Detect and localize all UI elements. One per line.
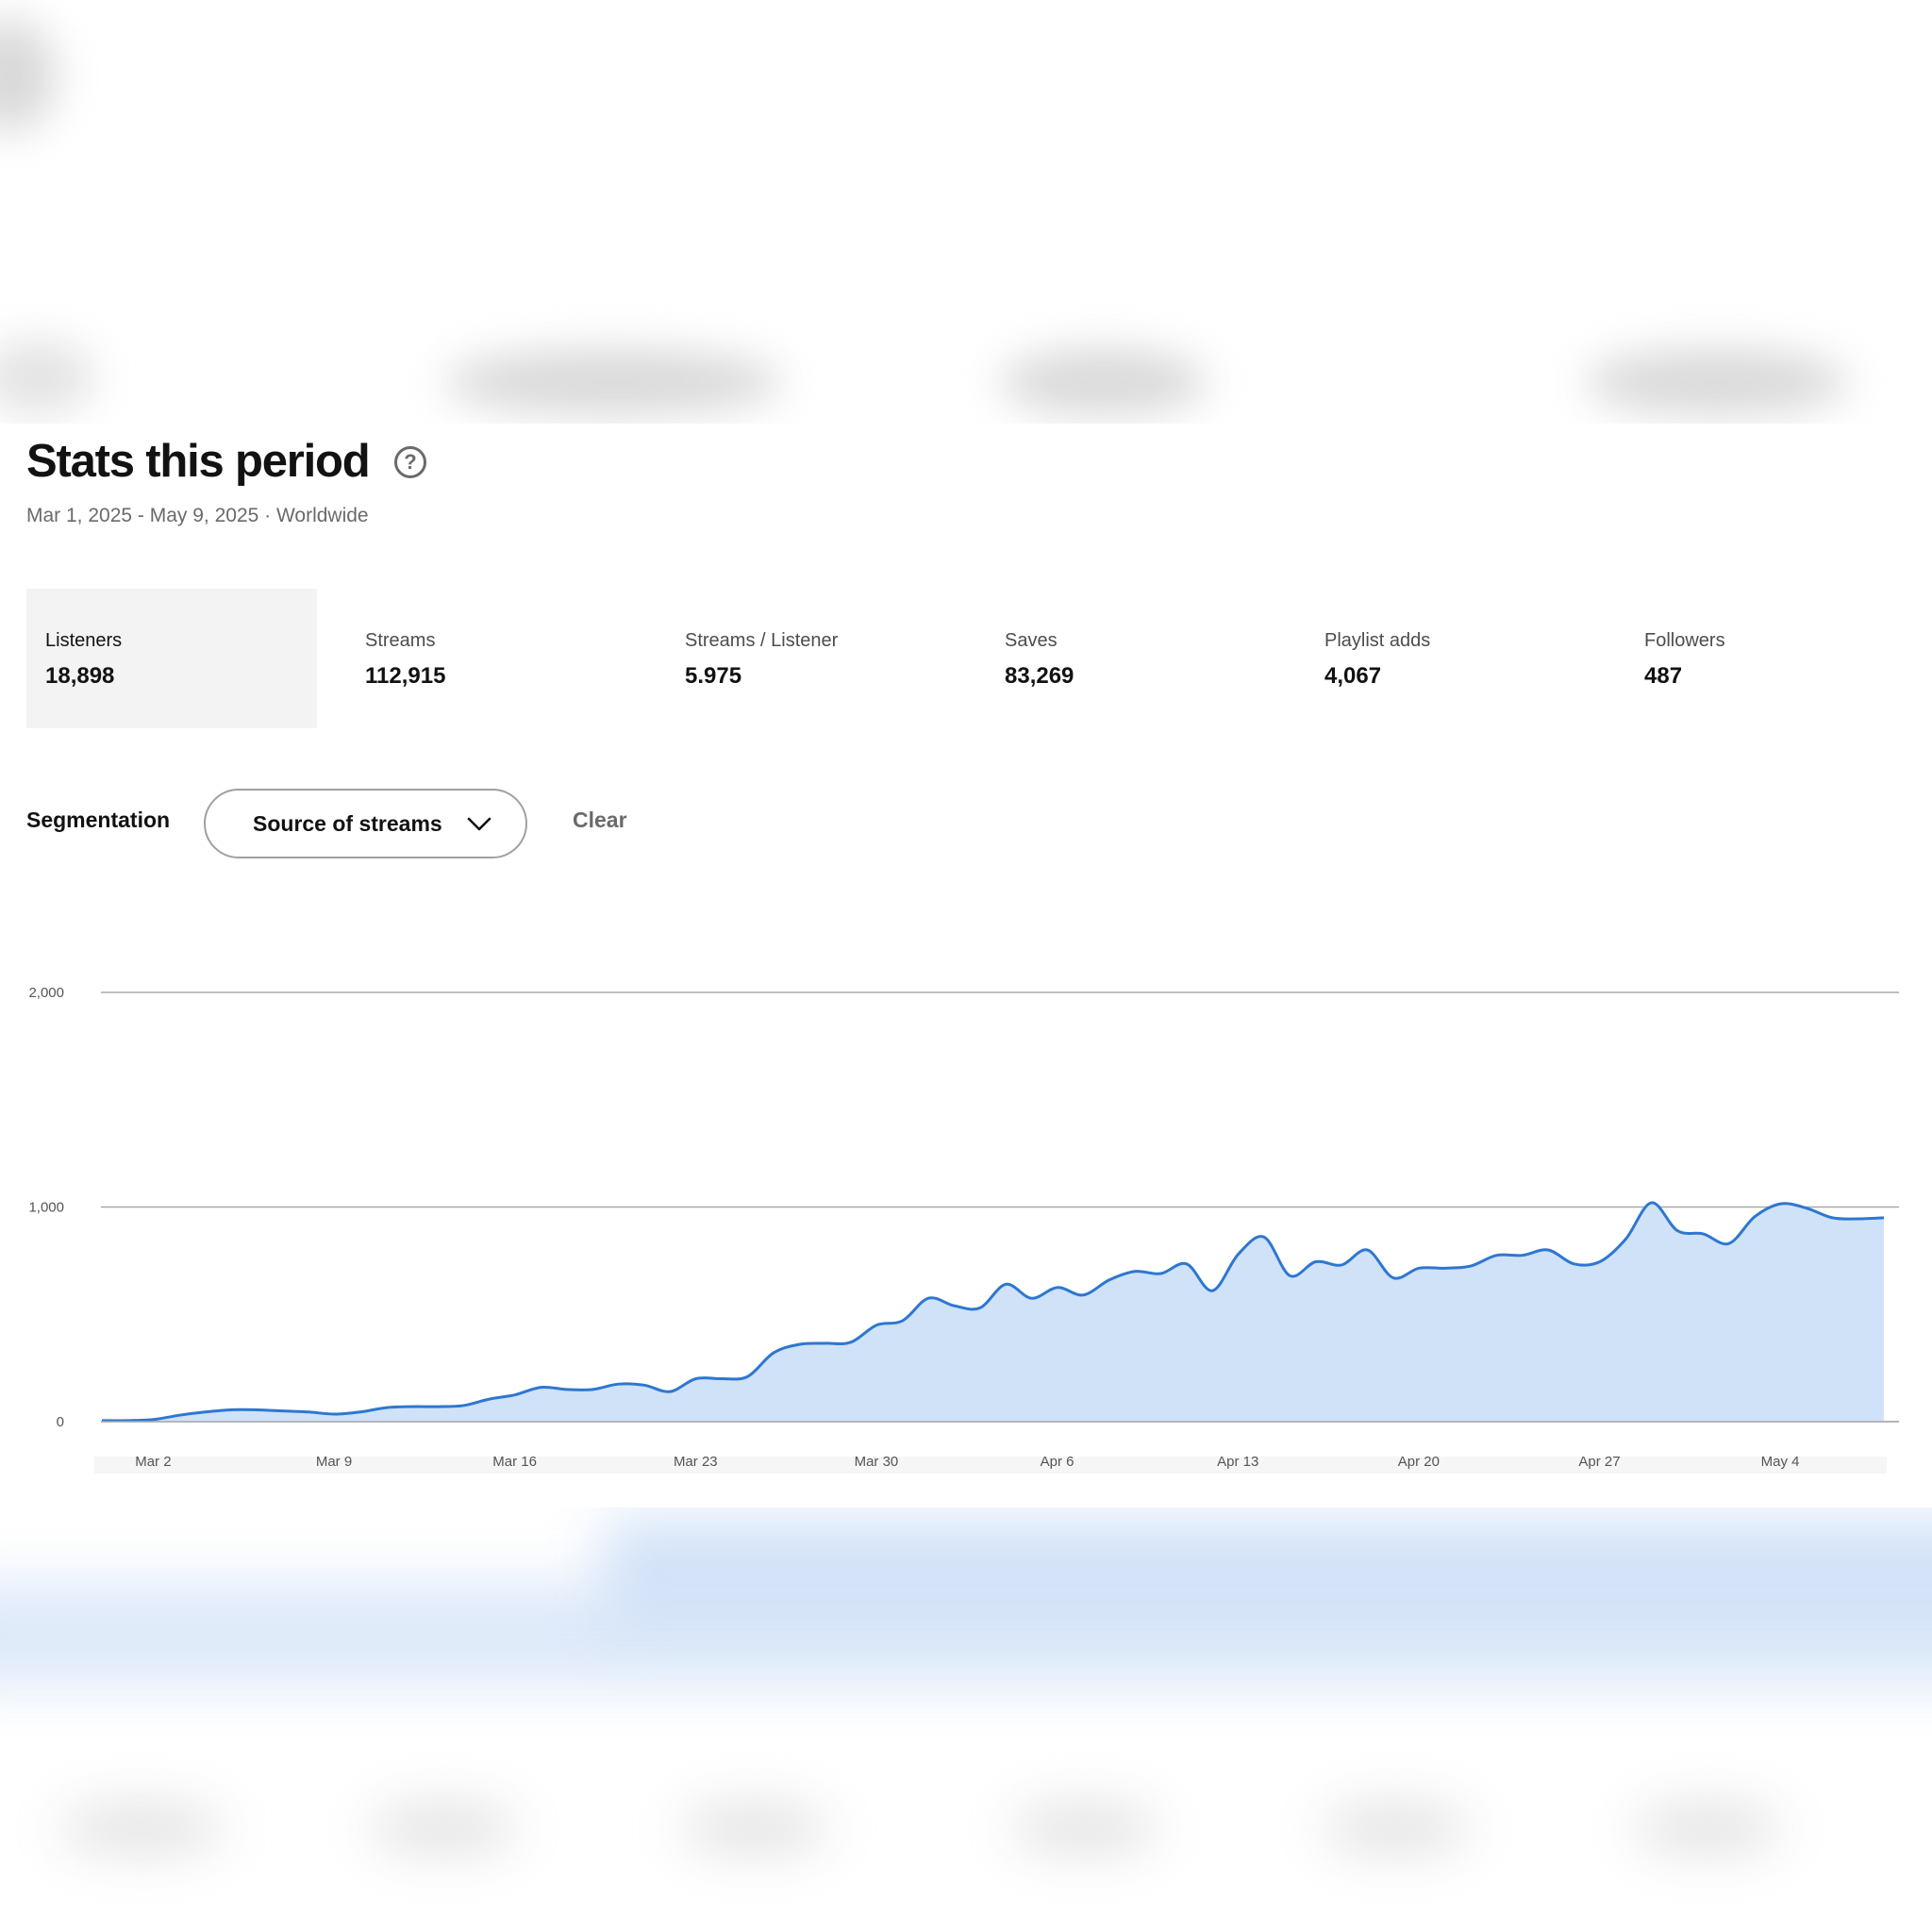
metric-value: 18,898 <box>45 663 115 689</box>
metric-card-streams[interactable]: Streams 112,915 <box>346 589 637 728</box>
page-title: Stats this period <box>26 436 371 487</box>
metric-card-saves[interactable]: Saves 83,269 <box>986 589 1276 728</box>
x-tick-label: Mar 2 <box>135 1454 171 1470</box>
metric-value: 5.975 <box>685 663 742 689</box>
blurred-page-footer <box>0 1507 1932 1932</box>
metric-value: 83,269 <box>1005 663 1074 689</box>
metric-label: Streams <box>365 630 436 651</box>
y-tick-label: 1,000 <box>28 1200 64 1216</box>
listeners-area <box>102 1202 1884 1422</box>
metric-card-streams-per-listener[interactable]: Streams / Listener 5.975 <box>666 589 957 728</box>
x-tick-label: Apr 27 <box>1578 1454 1620 1470</box>
metric-value: 487 <box>1644 663 1683 689</box>
x-tick-label: Mar 23 <box>674 1454 718 1470</box>
metric-card-listeners[interactable]: Listeners 18,898 <box>26 589 317 728</box>
chart-svg: 0 1,000 2,000 Mar 2 Mar 9 Mar 16 Mar 23 Mar 30 A… <box>28 985 1899 1474</box>
metric-label: Followers <box>1644 630 1725 651</box>
x-tick-label: Mar 16 <box>492 1454 537 1470</box>
segmentation-dropdown[interactable]: Source of streams <box>204 789 527 858</box>
metric-card-followers[interactable]: Followers 487 <box>1625 589 1916 728</box>
listeners-chart: 0 1,000 2,000 Mar 2 Mar 9 Mar 16 Mar 23 Mar 30 A… <box>0 914 1932 1480</box>
y-tick-label: 2,000 <box>28 985 64 1001</box>
metric-value: 4,067 <box>1324 663 1382 689</box>
x-tick-label: May 4 <box>1761 1454 1800 1470</box>
metric-label: Streams / Listener <box>685 630 839 651</box>
metric-label: Playlist adds <box>1324 630 1431 651</box>
metric-card-playlist-adds[interactable]: Playlist adds 4,067 <box>1306 589 1596 728</box>
x-tick-label: Mar 30 <box>855 1454 899 1470</box>
y-tick-label: 0 <box>57 1414 64 1430</box>
clear-button[interactable]: Clear <box>573 808 627 833</box>
date-range-subtitle: Mar 1, 2025 - May 9, 2025 · Worldwide <box>26 505 369 526</box>
metric-value: 112,915 <box>365 663 446 689</box>
x-tick-label: Apr 6 <box>1041 1454 1074 1470</box>
metric-label: Listeners <box>45 630 123 651</box>
question-circle-icon[interactable]: ? <box>394 446 426 478</box>
stats-panel: Stats this period ? Mar 1, 2025 - May 9,… <box>0 424 1932 1507</box>
segmentation-label: Segmentation <box>26 808 171 832</box>
chevron-down-icon <box>467 817 491 831</box>
metric-tabs: Listeners 18,898 Streams 112,915 Streams… <box>26 589 1913 728</box>
blurred-page-header <box>0 0 1932 424</box>
x-tick-label: Mar 9 <box>316 1454 352 1470</box>
x-tick-label: Apr 20 <box>1398 1454 1440 1470</box>
x-tick-label: Apr 13 <box>1217 1454 1258 1470</box>
metric-label: Saves <box>1005 630 1058 651</box>
segmentation-selected-value: Source of streams <box>253 810 442 836</box>
